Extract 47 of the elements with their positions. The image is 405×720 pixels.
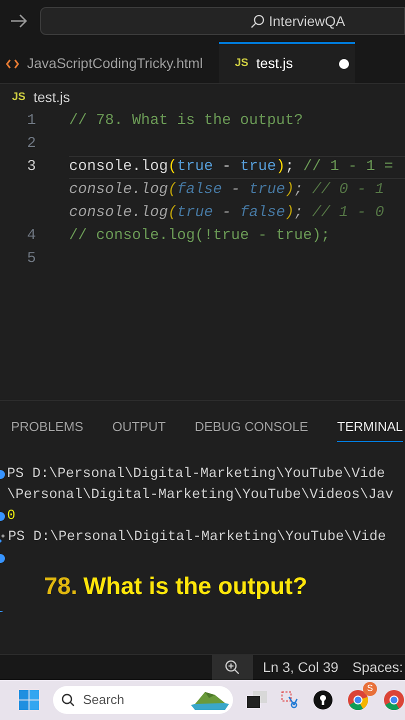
terminal-output: 0 <box>7 507 16 526</box>
tab-label: JavaScriptCodingTricky.html <box>27 54 203 73</box>
search-placeholder: Search <box>83 691 124 710</box>
taskbar-search-field[interactable]: Search <box>53 686 233 714</box>
keyhole-icon[interactable] <box>313 690 333 710</box>
caption-number: 78. <box>44 572 78 602</box>
breadcrumb-item[interactable]: test.js <box>33 86 70 108</box>
line-number: 5 <box>26 249 36 270</box>
cursor-position[interactable]: Ln 3, Col 39 <box>252 657 348 678</box>
panel-tab[interactable]: TERMINAL <box>337 411 403 442</box>
js-icon: JS <box>12 88 26 106</box>
js-icon: JS <box>234 55 248 72</box>
command-center-field[interactable]: InterviewQA <box>40 7 405 35</box>
panel-tab[interactable]: OUTPUT <box>112 411 166 442</box>
inline-hint: console.log(false - true); // 0 - 1 <box>69 180 386 200</box>
code-brackets-icon <box>6 58 19 68</box>
panel-tab[interactable]: PROBLEMS <box>11 411 84 442</box>
profile-badge: S <box>363 682 377 696</box>
search-icon <box>250 14 265 28</box>
terminal-line: PS D:\Personal\Digital-Marketing\YouTube\Vide <box>8 528 386 547</box>
terminal-line: PS D:\Personal\Digital-Marketing\YouTube\Vide <box>7 465 386 484</box>
line-number: 1 <box>26 111 36 132</box>
search-text: InterviewQA <box>268 12 346 31</box>
island-icon <box>189 689 231 711</box>
inline-hint: console.log(true - false); // 1 - 0 <box>69 203 386 224</box>
browser-icon[interactable] <box>383 689 405 711</box>
line-number: 2 <box>26 134 36 154</box>
zoom-button[interactable] <box>212 655 253 680</box>
panel-tab[interactable]: DEBUG CONSOLE <box>194 411 308 442</box>
search-icon <box>61 693 75 707</box>
windows-logo-icon[interactable] <box>19 690 39 710</box>
line-number: 4 <box>26 226 36 246</box>
browser-icon[interactable] <box>347 689 369 711</box>
code-line: // console.log(!true - true); <box>69 226 332 246</box>
code-line: console.log(true - true); // 1 - 1 = <box>69 156 405 179</box>
code-line: // 78. What is the output? <box>69 111 304 132</box>
editor-tab[interactable]: JS test.js <box>218 42 355 83</box>
line-number: 3 <box>26 157 36 178</box>
tab-label: test.js <box>256 54 293 73</box>
forward-arrow-icon[interactable] <box>10 14 28 28</box>
task-view-icon[interactable] <box>247 691 267 709</box>
snipping-tool-icon[interactable] <box>281 691 299 709</box>
terminal-line: \Personal\Digital-Marketing\YouTube\Videos\Jav <box>7 486 394 505</box>
zoom-in-icon <box>224 660 240 675</box>
indentation-setting[interactable]: Spaces: <box>348 657 405 678</box>
caption-text: What is the output? <box>83 572 308 602</box>
editor-tab[interactable]: JavaScriptCodingTricky.html <box>0 42 209 83</box>
